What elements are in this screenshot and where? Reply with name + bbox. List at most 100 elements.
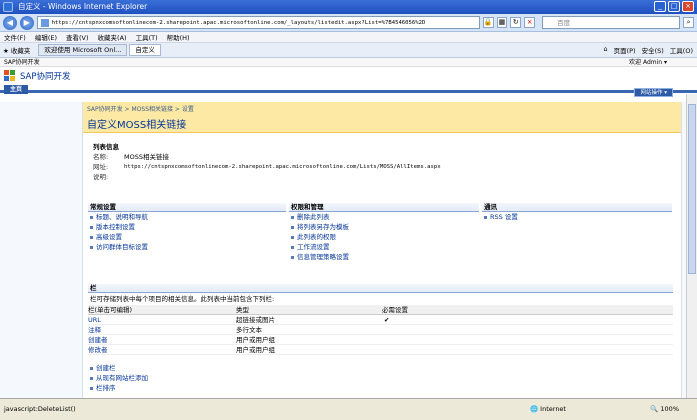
minimize-button[interactable]: _ xyxy=(654,1,666,12)
command-bar: ⌂ 页面(P) 安全(S) 工具(O) xyxy=(603,45,693,55)
tab-bar: ★ 收藏夹 欢迎使用 Microsoft Onl... 自定义 ⌂ 页面(P) … xyxy=(0,43,697,58)
menu-favorites[interactable]: 收藏夹(A) xyxy=(98,32,127,42)
url-text: https://cntspnxcomsoftonlinecom-2.sharep… xyxy=(51,20,426,26)
menu-tools[interactable]: 工具(T) xyxy=(136,32,158,42)
sp-top-label[interactable]: SAP协同开发 xyxy=(4,59,40,66)
column-type: 用户或用户组 xyxy=(236,346,275,354)
zoom-control[interactable]: 🔍 100% xyxy=(650,405,679,413)
columns-heading: 栏 xyxy=(88,284,673,293)
home-tab[interactable]: 主页 xyxy=(4,85,29,94)
address-bar: ◀ ▶ https://cntspnxcomsoftonlinecom-2.sh… xyxy=(0,14,697,32)
link-permissions[interactable]: 此列表的权限 xyxy=(289,232,479,242)
list-info-section: 列表信息 名称: MOSS相关链接 网址: https://cntspnxcom… xyxy=(93,142,673,182)
menu-edit[interactable]: 编辑(E) xyxy=(35,32,57,42)
column-type: 多行文本 xyxy=(236,326,262,334)
lock-icon[interactable]: 🔒 xyxy=(482,17,494,28)
favorites-label: 收藏夹 xyxy=(10,47,31,55)
tab-welcome[interactable]: 欢迎使用 Microsoft Onl... xyxy=(38,44,128,56)
communications-heading: 通讯 xyxy=(482,203,672,212)
tab-customize[interactable]: 自定义 xyxy=(129,44,161,56)
col-header-required: 必需设置 xyxy=(382,306,408,314)
list-info-heading: 列表信息 xyxy=(93,143,119,151)
page-menu[interactable]: 页面(P) xyxy=(614,45,636,55)
link-policy[interactable]: 信息管理策略设置 xyxy=(289,252,479,262)
link-versioning[interactable]: 版本控制设置 xyxy=(88,222,286,232)
link-rss[interactable]: RSS 设置 xyxy=(482,212,672,222)
favorites-button[interactable]: ★ 收藏夹 xyxy=(3,45,36,55)
list-name-row: 名称: MOSS相关链接 xyxy=(93,152,673,162)
site-title[interactable]: SAP协同开发 xyxy=(20,70,71,82)
search-placeholder: 百度 xyxy=(557,19,571,27)
link-save-template[interactable]: 将列表另存为模板 xyxy=(289,222,479,232)
column-type: 用户或用户组 xyxy=(236,336,275,344)
menu-file[interactable]: 文件(F) xyxy=(4,32,26,42)
ie-icon xyxy=(3,2,13,12)
column-link[interactable]: URL xyxy=(88,315,236,324)
required-check-icon: ✔ xyxy=(384,316,390,324)
stop-icon[interactable]: × xyxy=(524,17,536,28)
col-header-name: 栏(单击可编辑) xyxy=(88,306,133,314)
table-row: 创建者 用户或用户组 xyxy=(88,335,673,345)
close-button[interactable]: × xyxy=(682,1,694,12)
internet-zone: 🌐 Internet xyxy=(530,405,566,413)
menu-help[interactable]: 帮助(H) xyxy=(167,32,190,42)
window-titlebar: 自定义 - Windows Internet Explorer _ □ × xyxy=(0,0,697,14)
url-label: 网址: xyxy=(93,163,109,171)
window-controls: _ □ × xyxy=(654,1,694,12)
list-url-row: 网址: https://cntspnxcomsoftonlinecom-2.sh… xyxy=(93,162,673,172)
col-header-type: 类型 xyxy=(236,306,249,314)
link-workflow[interactable]: 工作流设置 xyxy=(289,242,479,252)
compat-icon[interactable]: ▦ xyxy=(496,17,508,28)
search-icon[interactable]: ⌕ xyxy=(683,17,695,28)
maximize-button[interactable]: □ xyxy=(668,1,680,12)
communications-section: 通讯 RSS 设置 xyxy=(482,203,672,222)
permissions-section: 权限和管理 删除此列表 将列表另存为模板 此列表的权限 工作流设置 信息管理策略… xyxy=(289,203,479,262)
settings-panel: SAP协同开发 > MOSS相关链接 > 设置 自定义MOSS相关链接 列表信息… xyxy=(82,102,682,398)
vertical-scrollbar[interactable] xyxy=(686,94,697,398)
back-button[interactable]: ◀ xyxy=(3,15,17,30)
zoom-level: 100% xyxy=(660,405,679,413)
column-link[interactable]: 修改者 xyxy=(88,345,236,354)
home-icon[interactable]: ⌂ xyxy=(603,45,607,55)
table-row: 修改者 用户或用户组 xyxy=(88,345,673,355)
name-label: 名称: xyxy=(93,153,109,161)
sp-global-bar: SAP协同开发 欢迎 Admin ▾ xyxy=(0,58,697,67)
url-input[interactable]: https://cntspnxcomsoftonlinecom-2.sharep… xyxy=(36,16,480,29)
link-audience[interactable]: 访问群体目标设置 xyxy=(88,242,286,252)
scrollbar-thumb[interactable] xyxy=(688,104,696,274)
safety-menu[interactable]: 安全(S) xyxy=(642,45,664,55)
menu-view[interactable]: 查看(V) xyxy=(66,32,89,42)
tools-menu[interactable]: 工具(O) xyxy=(670,45,693,55)
forward-button[interactable]: ▶ xyxy=(19,15,34,30)
search-input[interactable]: 百度 xyxy=(542,16,681,29)
sp-site-header: SAP协同开发 xyxy=(0,67,697,85)
list-desc-row: 说明: xyxy=(93,172,673,182)
window-title: 自定义 - Windows Internet Explorer xyxy=(18,2,148,11)
link-create-column[interactable]: 创建栏 xyxy=(88,363,673,373)
refresh-icon[interactable]: ↻ xyxy=(510,17,522,28)
url-value: https://cntspnxcomsoftonlinecom-2.sharep… xyxy=(124,164,441,170)
link-advanced[interactable]: 高级设置 xyxy=(88,232,286,242)
columns-description: 栏可存储列表中每个项目的相关信息。此列表中当前包含下列栏: xyxy=(90,295,275,303)
site-actions-button[interactable]: 网站操作 ▾ xyxy=(634,88,673,97)
page-title: 自定义MOSS相关链接 xyxy=(87,120,187,131)
link-title-desc-nav[interactable]: 标题、说明和导航 xyxy=(88,212,286,222)
permissions-heading: 权限和管理 xyxy=(289,203,479,212)
link-column-order[interactable]: 栏排序 xyxy=(88,383,673,393)
link-add-site-column[interactable]: 从现有网站栏添加 xyxy=(88,373,673,383)
column-link[interactable]: 注释 xyxy=(88,325,236,334)
desc-label: 说明: xyxy=(93,173,109,181)
page-icon xyxy=(40,19,49,27)
table-row: URL 超链接或图片 ✔ xyxy=(88,315,673,325)
column-link[interactable]: 创建者 xyxy=(88,335,236,344)
columns-table-header: 栏(单击可编辑) 类型 必需设置 xyxy=(88,305,673,315)
welcome-text: 欢迎 Admin xyxy=(629,59,663,66)
breadcrumb[interactable]: SAP协同开发 > MOSS相关链接 > 设置 xyxy=(87,102,681,113)
menu-bar: 文件(F) 编辑(E) 查看(V) 收藏夹(A) 工具(T) 帮助(H) xyxy=(0,32,697,43)
link-delete-list[interactable]: 删除此列表 xyxy=(289,212,479,222)
name-value: MOSS相关链接 xyxy=(124,153,169,161)
site-actions-label: 网站操作 xyxy=(640,90,663,96)
welcome-menu[interactable]: 欢迎 Admin ▾ xyxy=(629,58,667,67)
general-settings-heading: 常规设置 xyxy=(88,203,286,212)
